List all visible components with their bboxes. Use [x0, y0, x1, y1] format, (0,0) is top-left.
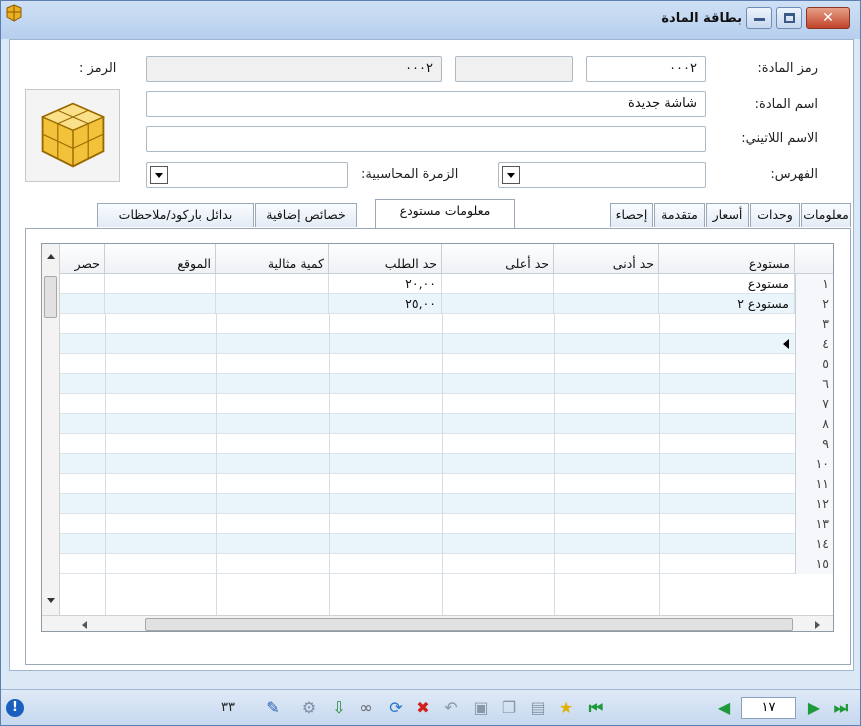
- next-record-icon[interactable]: ▶: [804, 698, 824, 718]
- scroll-up-icon[interactable]: [47, 254, 55, 259]
- cell-store[interactable]: مستودع ٢: [659, 294, 795, 314]
- window-title: بطاقة المادة: [661, 11, 742, 26]
- undo-icon[interactable]: ↶: [441, 698, 461, 718]
- record-number-input[interactable]: ١٧: [741, 697, 796, 719]
- latin-name-label: الاسم اللاتيني:: [741, 131, 818, 146]
- first-record-icon[interactable]: ⏮: [586, 698, 606, 718]
- item-name-field[interactable]: شاشة جديدة: [146, 91, 706, 117]
- app-icon: [6, 4, 22, 22]
- grid-header-store[interactable]: مستودع: [659, 244, 795, 274]
- grid-header-restrict[interactable]: حصر: [60, 244, 105, 274]
- index-dropdown-button[interactable]: [502, 166, 520, 184]
- refresh-icon[interactable]: ⟳: [386, 698, 406, 718]
- cell-ideal[interactable]: [216, 294, 329, 314]
- table-row[interactable]: ١ مستودع ٢٠,٠٠: [42, 274, 833, 294]
- item-image-box[interactable]: [25, 89, 120, 182]
- latin-name-field[interactable]: [146, 126, 706, 152]
- row-number: ١: [795, 274, 833, 294]
- scroll-thumb[interactable]: [44, 276, 57, 318]
- item-code-field[interactable]: ٠٠٠٢: [586, 56, 706, 82]
- tab-info[interactable]: معلومات: [801, 203, 851, 227]
- scroll-hthumb[interactable]: [145, 618, 793, 631]
- grid-header-ideal[interactable]: كمية مثالية: [216, 244, 329, 274]
- cell-min[interactable]: [554, 294, 659, 314]
- index-field[interactable]: [498, 162, 706, 188]
- close-icon: ✕: [822, 10, 834, 26]
- attach-icon[interactable]: ✎: [263, 698, 283, 718]
- title-bar[interactable]: بطاقة المادة ✕: [1, 1, 860, 39]
- close-button[interactable]: ✕: [806, 7, 850, 29]
- cell-min[interactable]: [554, 274, 659, 294]
- cell-order[interactable]: ٢٥,٠٠: [329, 294, 442, 314]
- record-count: ٣٣: [221, 700, 235, 715]
- item-code-extra-field: [455, 56, 573, 82]
- tab-barcode-notes[interactable]: بدائل باركود/ملاحظات: [97, 203, 254, 227]
- cell-max[interactable]: [442, 274, 554, 294]
- item-name-label: اسم المادة:: [754, 97, 818, 112]
- item-code-label: رمز المادة:: [757, 61, 818, 76]
- sort-icon[interactable]: ⇩: [329, 698, 349, 718]
- link-icon[interactable]: ⚙: [299, 698, 319, 718]
- code-label: الرمز :: [79, 61, 117, 76]
- previous-record-icon[interactable]: ◀: [714, 698, 734, 718]
- cell-restrict[interactable]: [60, 294, 105, 314]
- warehouse-grid: مستودع حد أدنى حد أعلى حد الطلب كمية مثا…: [41, 243, 834, 632]
- cell-ideal[interactable]: [216, 274, 329, 294]
- cell-order[interactable]: ٢٠,٠٠: [329, 274, 442, 294]
- scroll-down-icon[interactable]: [47, 598, 55, 603]
- index-label: الفهرس:: [770, 167, 818, 182]
- grid-header-min[interactable]: حد أدنى: [554, 244, 659, 274]
- row-number: ٢: [795, 294, 833, 314]
- minimize-button[interactable]: [746, 7, 772, 29]
- bottom-toolbar: ! ٣٣ ✎ ⚙ ⇩ ∞ ⟳ ✖ ↶ ▣ ❐ ▤ ★ ⏮ ◀ ١٧ ▶ ⏭: [1, 689, 860, 725]
- last-record-icon[interactable]: ⏭: [831, 698, 851, 718]
- paste-icon[interactable]: ▣: [471, 698, 491, 718]
- maximize-button[interactable]: [776, 7, 802, 29]
- tab-units[interactable]: وحدات: [750, 203, 800, 227]
- grid-vertical-scrollbar[interactable]: [42, 244, 60, 631]
- item-card-window: بطاقة المادة ✕ رمز المادة: ٠٠٠٢ ٠٠٠٢ الر…: [0, 0, 861, 726]
- view-icon[interactable]: ∞: [356, 698, 376, 718]
- grid-header-max[interactable]: حد أعلى: [442, 244, 554, 274]
- scroll-left-icon[interactable]: [82, 621, 87, 629]
- minimize-icon: [754, 18, 765, 21]
- code-readonly-field: ٠٠٠٢: [146, 56, 442, 82]
- grid-lines: [105, 314, 660, 615]
- acc-group-field[interactable]: [146, 162, 348, 188]
- cell-max[interactable]: [442, 294, 554, 314]
- favorite-icon[interactable]: ★: [556, 698, 576, 718]
- delete-icon[interactable]: ✖: [413, 698, 433, 718]
- tab-advanced[interactable]: متقدمة: [654, 203, 705, 227]
- grid-header-corner: [795, 244, 833, 274]
- grid-horizontal-scrollbar[interactable]: [42, 615, 833, 631]
- acc-group-dropdown-button[interactable]: [150, 166, 168, 184]
- scroll-right-icon[interactable]: [815, 621, 820, 629]
- cell-location[interactable]: [105, 274, 216, 294]
- tab-statistics[interactable]: إحصاء: [610, 203, 653, 227]
- grid-header-order[interactable]: حد الطلب: [329, 244, 442, 274]
- tab-extra-properties[interactable]: خصائص إضافية: [255, 203, 357, 227]
- tab-warehouse-info[interactable]: معلومات مستودع: [375, 199, 515, 228]
- info-icon[interactable]: !: [6, 699, 24, 717]
- table-row[interactable]: ٢ مستودع ٢ ٢٥,٠٠: [42, 294, 833, 314]
- save-icon[interactable]: ▤: [528, 698, 548, 718]
- tab-bar: معلومات وحدات أسعار متقدمة إحصاء معلومات…: [97, 199, 851, 229]
- acc-group-label: الزمرة المحاسبية:: [361, 167, 459, 182]
- copy-icon[interactable]: ❐: [499, 698, 519, 718]
- tab-prices[interactable]: أسعار: [706, 203, 749, 227]
- cell-store[interactable]: مستودع: [659, 274, 795, 294]
- maximize-icon: [784, 13, 795, 23]
- cell-restrict[interactable]: [60, 274, 105, 294]
- grid-header-location[interactable]: الموقع: [105, 244, 216, 274]
- item-cube-icon: [40, 102, 106, 168]
- cell-location[interactable]: [105, 294, 216, 314]
